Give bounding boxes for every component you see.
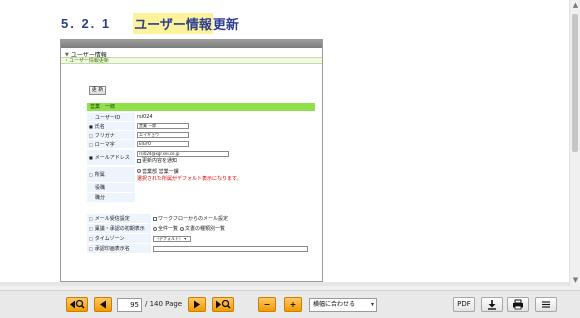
form-row-timezone: □ タイムゾーン （デフォルト） ▾ (87, 234, 315, 243)
form-row-email: ■ メールアドレス rsi024@xgr.sei.co.jp 更新内容を通知 (87, 150, 315, 165)
roman-label: ローマ字 (94, 141, 115, 148)
screenshot-titlebar (61, 40, 322, 48)
user-id-value: rsi024 (137, 114, 153, 120)
embedded-screenshot: ▼ ユーザー情報 ・ユーザー情報更新 更 新 営業 一郎 ユーザーID rsi0… (60, 39, 323, 282)
affiliation-radio (137, 169, 141, 173)
form-row-role: 職分 (87, 193, 315, 202)
user-id-label: ユーザーID (95, 114, 121, 121)
scroll-up-icon[interactable]: ▲ (571, 1, 580, 10)
heading-number: 5. 2. 1 (61, 16, 112, 31)
approval-option-type: 文書の種類別一覧 (185, 226, 226, 232)
heading-rest: 更新 (212, 17, 239, 32)
form-row-position: 役職 (87, 183, 315, 192)
email-notify-label: 更新内容を通知 (142, 158, 178, 164)
vertical-scrollbar[interactable]: ▲ ▼ (569, 0, 580, 286)
optional-bullet-icon: □ (89, 216, 93, 221)
print-button[interactable] (507, 297, 529, 312)
form-row-roman: □ ローマ字 EIGYO (87, 140, 315, 148)
timezone-label: タイムゾーン (94, 236, 125, 242)
approver-input (153, 245, 308, 252)
approval-radio-type (180, 226, 185, 231)
section-heading: 5. 2. 1 ユーザー情報 更新 (61, 13, 239, 34)
affiliation-note: 選択された所属がデフォルト表示になります。 (137, 175, 242, 182)
email-label: メールアドレス (94, 155, 130, 161)
furigana-input: エイギョウ (137, 132, 189, 138)
scroll-down-icon[interactable]: ▼ (571, 276, 580, 285)
optional-bullet-icon: □ (89, 246, 93, 251)
prev-page-icon (100, 300, 106, 309)
required-bullet-icon: ■ (89, 155, 93, 160)
screenshot-breadcrumb: ・ユーザー情報更新 (61, 57, 322, 64)
timezone-select: （デフォルト） ▾ (153, 235, 191, 242)
menu-icon (542, 301, 550, 308)
next-page-button[interactable] (188, 297, 206, 312)
furigana-label: フリガナ (94, 132, 115, 139)
form-row-name: ■ 氏名 営業 一郎 (87, 122, 315, 130)
approval-radio-all (153, 226, 157, 231)
next-page-icon (194, 300, 200, 309)
form-row-user-id: ユーザーID rsi024 (87, 113, 315, 121)
heading-highlight: ユーザー情報 (133, 13, 213, 34)
email-notify-option: 更新内容を通知 (137, 157, 177, 164)
mail-receive-value: ワークフローからのメール設定 (158, 216, 229, 222)
printer-icon (513, 299, 523, 310)
pdf-button[interactable]: PDF (453, 297, 475, 312)
first-page-icon (70, 299, 85, 309)
form-row-affiliation: □ 所属 営業部 営業一課 選択された所属がデフォルト表示になります。 (87, 167, 315, 182)
required-bullet-icon: ■ (89, 123, 93, 129)
position-label: 役職 (95, 185, 106, 191)
pdf-viewer: 5. 2. 1 ユーザー情報 更新 ▼ ユーザー情報 ・ユーザー情報更新 更 新… (0, 0, 580, 318)
chevron-down-icon: ▾ (370, 301, 374, 308)
last-page-icon (216, 299, 231, 309)
optional-bullet-icon: □ (89, 172, 93, 177)
last-page-button[interactable] (212, 297, 234, 312)
page-count-text: / 140 Page (145, 300, 183, 308)
roman-input: EIGYO (137, 141, 189, 147)
optional-bullet-icon: □ (89, 236, 93, 241)
page-gap (0, 282, 569, 286)
download-button[interactable] (481, 297, 503, 312)
page-number-input[interactable]: 95 (117, 298, 142, 312)
approval-label: 稟議・承認の初期表示 (94, 226, 145, 232)
form-row-approval: □ 稟議・承認の初期表示 全件一覧 文書の種類別一覧 (87, 224, 315, 233)
optional-bullet-icon: □ (89, 141, 93, 147)
name-input: 営業 一郎 (137, 123, 189, 129)
mail-receive-label: メール受信設定 (94, 216, 130, 222)
role-label: 職分 (95, 195, 106, 201)
screenshot-update-button: 更 新 (89, 86, 106, 95)
zoom-out-button[interactable]: − (258, 297, 276, 312)
name-label: 氏名 (94, 123, 105, 130)
affiliation-label: 所属 (94, 172, 105, 178)
optional-bullet-icon: □ (89, 226, 93, 231)
scroll-thumb[interactable] (572, 14, 578, 152)
prev-page-button[interactable] (94, 297, 112, 312)
zoom-in-button[interactable]: + (284, 297, 302, 312)
mail-receive-checkbox (153, 216, 157, 221)
zoom-mode-select[interactable]: 横幅に合わせる ▾ (309, 298, 377, 312)
form-row-approver-name: □ 承認印画表示名 (87, 244, 315, 253)
menu-button[interactable] (535, 297, 557, 312)
download-icon (488, 300, 496, 310)
affiliation-option: 営業部 営業一課 (137, 168, 179, 175)
zoom-mode-value: 横幅に合わせる (313, 301, 356, 308)
approval-option-all: 全件一覧 (158, 226, 179, 232)
form-row-mail-receive: □ メール受信設定 ワークフローからのメール設定 (87, 214, 315, 223)
viewer-toolbar: 95 / 140 Page − + 横幅に合わせる ▾ PDF (0, 290, 580, 318)
form-row-furigana: □ フリガナ エイギョウ (87, 131, 315, 139)
optional-bullet-icon: □ (89, 132, 93, 138)
notify-checkbox (137, 158, 141, 163)
approver-label: 承認印画表示名 (94, 246, 130, 252)
screenshot-section-title: 営業 一郎 (87, 103, 315, 111)
timezone-value: （デフォルト） (155, 235, 183, 241)
document-page: 5. 2. 1 ユーザー情報 更新 ▼ ユーザー情報 ・ユーザー情報更新 更 新… (0, 0, 569, 282)
first-page-button[interactable] (66, 297, 88, 312)
